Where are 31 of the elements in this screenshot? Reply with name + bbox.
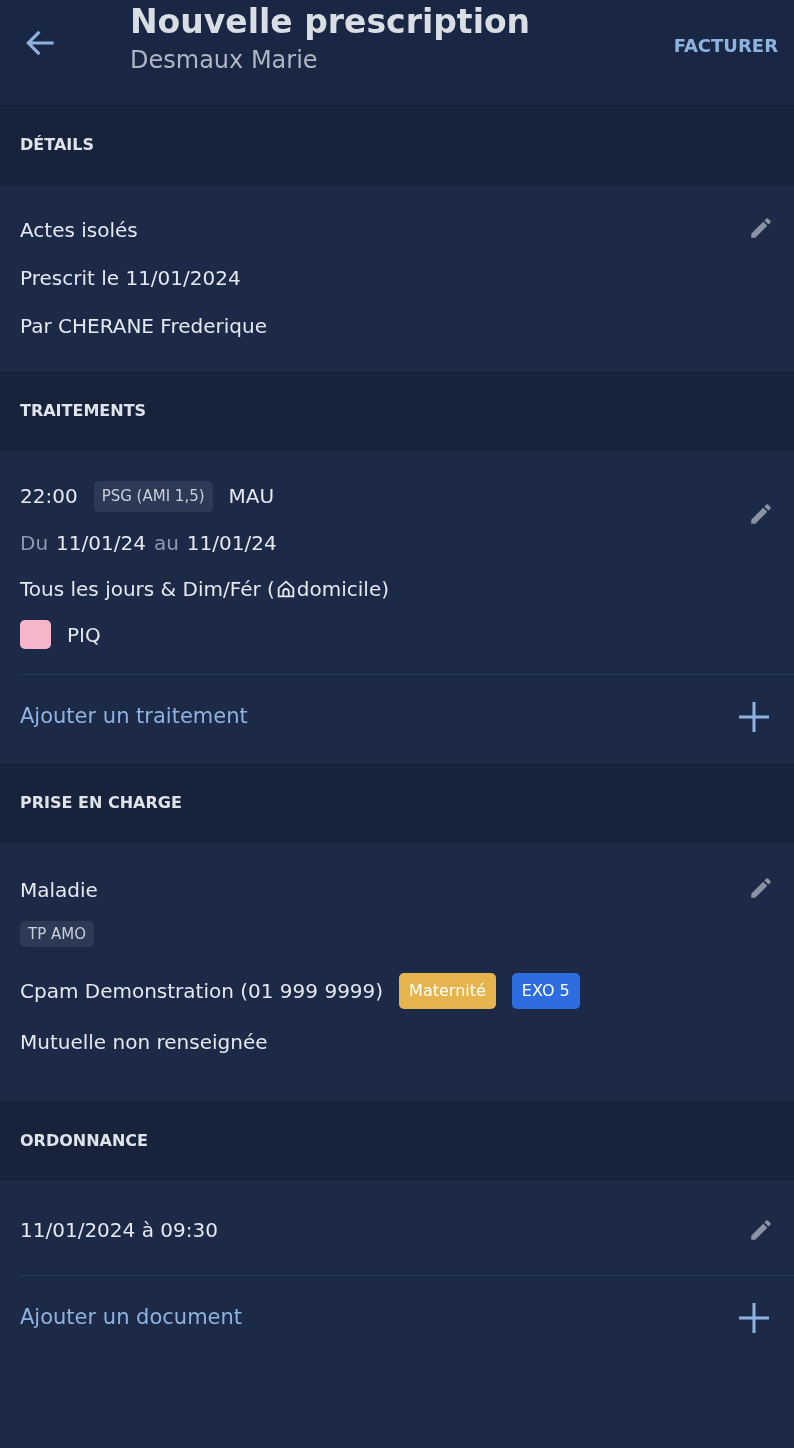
add-treatment-link[interactable]: Ajouter un traitement <box>20 700 248 733</box>
date-label: au <box>153 529 179 557</box>
section-header: ORDONNANCE <box>20 1129 149 1152</box>
detail-text: Prescrit le 11/01/2024 <box>20 265 242 292</box>
place-text: domicile) <box>296 575 390 603</box>
end-date: 11/01/24 <box>186 529 277 557</box>
edit-icon[interactable] <box>748 501 774 527</box>
section-header: TRAITEMENTS <box>20 400 147 422</box>
date-label: Du <box>20 529 49 557</box>
bill-button[interactable]: FACTURER <box>673 32 778 59</box>
mutual-text: Mutuelle non renseignée <box>20 1028 269 1056</box>
patient-name: Desmaux Marie <box>130 44 319 76</box>
start-date: 11/01/24 <box>56 529 146 557</box>
schedule-text: Tous les jours & Dim/Fér ( <box>20 575 275 603</box>
coverage-tag: TP AMO <box>20 920 94 947</box>
edit-icon[interactable] <box>748 215 774 241</box>
insurance-fund: Cpam Demonstration (01 999 9999) <box>20 977 384 1005</box>
treatment-code: MAU <box>228 483 275 511</box>
tag-label: PIQ <box>67 621 101 649</box>
add-document-link[interactable]: Ajouter un document <box>20 1301 243 1334</box>
section-header: DÉTAILS <box>20 134 94 156</box>
prescription-date: 11/01/2024 à 09:30 <box>20 1216 218 1244</box>
coverage-type: Maladie <box>20 876 98 904</box>
page-title: Nouvelle prescription <box>130 2 532 42</box>
status-badge: EXO 5 <box>511 972 580 1009</box>
status-badge: Maternité <box>399 972 496 1009</box>
act-code-tag: PSG (AMI 1,5) <box>93 481 213 512</box>
section-header: PRISE EN CHARGE <box>20 791 182 814</box>
detail-text: Actes isolés <box>20 217 139 244</box>
detail-text: Par CHERANE Frederique <box>20 313 268 340</box>
treatment-time: 22:00 <box>20 483 78 511</box>
